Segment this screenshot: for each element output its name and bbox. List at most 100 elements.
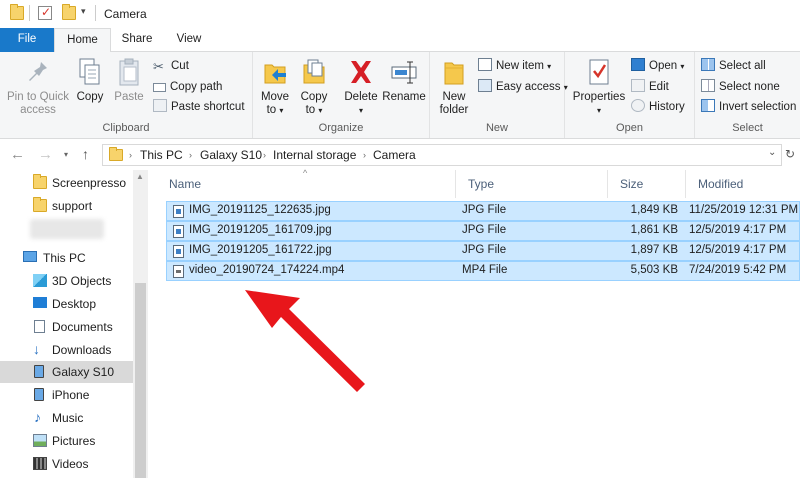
clipboard-group-label: Clipboard xyxy=(102,122,150,134)
nav-scrollbar-thumb[interactable] xyxy=(135,283,146,478)
nav-item-label: Screenpresso xyxy=(52,176,127,190)
column-header-name[interactable]: Name xyxy=(157,170,455,198)
nav-item-documents[interactable]: Documents xyxy=(0,316,133,338)
tab-view[interactable]: View xyxy=(163,28,215,52)
nav-item-iphone[interactable]: iPhone xyxy=(0,384,133,406)
nav-item-videos[interactable]: Videos xyxy=(0,453,133,475)
select-none-icon xyxy=(701,79,715,92)
nav-item-label: 3D Objects xyxy=(52,274,112,288)
copy-button[interactable]: Copy xyxy=(72,56,108,104)
breadcrumb-galaxy-s10[interactable]: Galaxy S10 xyxy=(200,148,262,162)
nav-item-label: This PC xyxy=(43,251,86,265)
file-name: IMG_20191125_122635.jpg xyxy=(189,204,331,216)
nav-item-support[interactable]: support xyxy=(0,195,133,217)
move-to-button[interactable]: Move to ▾ xyxy=(256,56,294,117)
new-folder-button[interactable]: New folder xyxy=(436,56,472,117)
rename-icon xyxy=(389,56,419,88)
rename-label: Rename xyxy=(382,91,426,103)
file-type: JPG File xyxy=(462,224,507,236)
nav-item-3d-objects[interactable]: 3D Objects xyxy=(0,270,133,292)
forward-arrow-icon[interactable]: → xyxy=(38,146,53,163)
up-arrow-icon[interactable]: ↑ xyxy=(82,146,89,162)
edit-button[interactable]: Edit xyxy=(631,78,669,96)
address-dropdown-icon[interactable]: ⌄ xyxy=(768,147,776,158)
paste-shortcut-button[interactable]: Paste shortcut xyxy=(153,98,245,116)
nav-item-downloads[interactable]: ↓ Downloads xyxy=(0,339,133,361)
properties-icon xyxy=(584,56,614,88)
refresh-icon[interactable]: ↻ xyxy=(785,147,795,161)
copy-to-button[interactable]: Copy to ▾ xyxy=(296,56,332,117)
easy-access-icon xyxy=(478,79,492,92)
file-modified: 11/25/2019 12:31 PM xyxy=(689,204,799,216)
invert-selection-label: Invert selection xyxy=(719,101,797,113)
address-bar[interactable]: › This PC › Galaxy S10 › Internal storag… xyxy=(102,144,782,166)
divider xyxy=(29,5,30,21)
nav-item-desktop[interactable]: Desktop xyxy=(0,293,133,315)
paste-shortcut-label: Paste shortcut xyxy=(171,101,245,113)
file-modified: 12/5/2019 4:17 PM xyxy=(689,224,787,236)
breadcrumb-separator-icon: › xyxy=(363,150,366,160)
select-none-button[interactable]: Select none xyxy=(701,78,780,96)
tab-home[interactable]: Home xyxy=(54,28,111,53)
scroll-up-icon[interactable]: ▲ xyxy=(136,172,144,181)
breadcrumb-camera[interactable]: Camera xyxy=(373,148,416,162)
column-header-modified[interactable]: Modified xyxy=(685,170,800,198)
delete-x-icon xyxy=(346,56,376,88)
history-label: History xyxy=(649,101,685,113)
move-to-label-1: Move xyxy=(260,91,290,103)
paste-button[interactable]: Paste xyxy=(110,56,148,104)
documents-icon xyxy=(34,320,45,333)
phone-icon xyxy=(34,365,44,378)
select-none-label: Select none xyxy=(719,81,780,93)
nav-item-screenpresso[interactable]: Screenpresso xyxy=(0,172,133,194)
delete-button[interactable]: Delete ▾ xyxy=(342,56,380,117)
nav-item-galaxy-s10[interactable]: Galaxy S10 xyxy=(0,361,133,383)
column-header-size[interactable]: Size xyxy=(607,170,685,198)
properties-check-icon[interactable]: ✓ xyxy=(38,5,52,20)
file-type: JPG File xyxy=(462,204,507,216)
pin-to-quick-access-button[interactable]: Pin to Quick access xyxy=(5,56,71,117)
nav-item-this-pc[interactable]: This PC xyxy=(0,247,133,269)
select-all-icon xyxy=(701,58,715,71)
ribbon: Pin to Quick access Copy Paste ✂ Cut Copy… xyxy=(0,52,800,139)
table-row[interactable]: IMG_20191205_161709.jpg JPG File 1,861 K… xyxy=(166,221,800,241)
pin-label-2: access xyxy=(20,104,56,116)
history-icon xyxy=(631,99,645,112)
desktop-icon xyxy=(33,297,47,308)
file-modified: 12/5/2019 4:17 PM xyxy=(689,244,787,256)
recent-locations-chevron-icon[interactable]: ▾ xyxy=(64,150,68,159)
phone-icon xyxy=(34,388,44,401)
easy-access-button[interactable]: Easy access ▾ xyxy=(478,78,568,96)
table-row[interactable]: video_20190724_174224.mp4 MP4 File 5,503… xyxy=(166,261,800,281)
nav-item-label: support xyxy=(52,199,93,213)
new-item-button[interactable]: New item ▾ xyxy=(478,57,551,75)
select-all-button[interactable]: Select all xyxy=(701,57,766,75)
back-arrow-icon[interactable]: ← xyxy=(10,146,25,163)
customize-toolbar-icon[interactable]: ▾ xyxy=(81,6,86,17)
easy-access-label: Easy access xyxy=(496,81,561,93)
file-size: 5,503 KB xyxy=(630,264,678,276)
copy-path-button[interactable]: Copy path xyxy=(153,78,222,96)
breadcrumb-internal-storage[interactable]: Internal storage xyxy=(273,148,356,162)
tab-file[interactable]: File xyxy=(0,28,54,52)
table-row[interactable]: IMG_20191205_161722.jpg JPG File 1,897 K… xyxy=(166,241,800,261)
nav-item-pictures[interactable]: Pictures xyxy=(0,430,133,452)
tab-share[interactable]: Share xyxy=(111,28,163,52)
open-button[interactable]: Open ▾ xyxy=(631,57,684,75)
invert-selection-button[interactable]: Invert selection xyxy=(701,98,796,116)
cut-button[interactable]: ✂ Cut xyxy=(153,57,189,75)
new-folder-label-2: folder xyxy=(439,104,469,116)
new-folder-label-1: New xyxy=(442,91,466,103)
breadcrumb-this-pc[interactable]: This PC xyxy=(140,148,183,162)
blurred-nav-item xyxy=(30,219,104,239)
new-folder-icon[interactable] xyxy=(62,4,76,20)
properties-button[interactable]: Properties ▾ xyxy=(571,56,627,117)
nav-item-music[interactable]: ♪ Music xyxy=(0,407,133,429)
table-row[interactable]: IMG_20191125_122635.jpg JPG File 1,849 K… xyxy=(166,201,800,221)
history-button[interactable]: History xyxy=(631,98,685,116)
select-group: Select all Select none Invert selection … xyxy=(695,52,800,138)
column-header-type[interactable]: Type xyxy=(455,170,607,198)
rename-button[interactable]: Rename xyxy=(381,56,427,104)
folder-icon xyxy=(109,147,123,161)
navigation-pane: Screenpresso support This PC 3D Objects … xyxy=(0,170,148,478)
